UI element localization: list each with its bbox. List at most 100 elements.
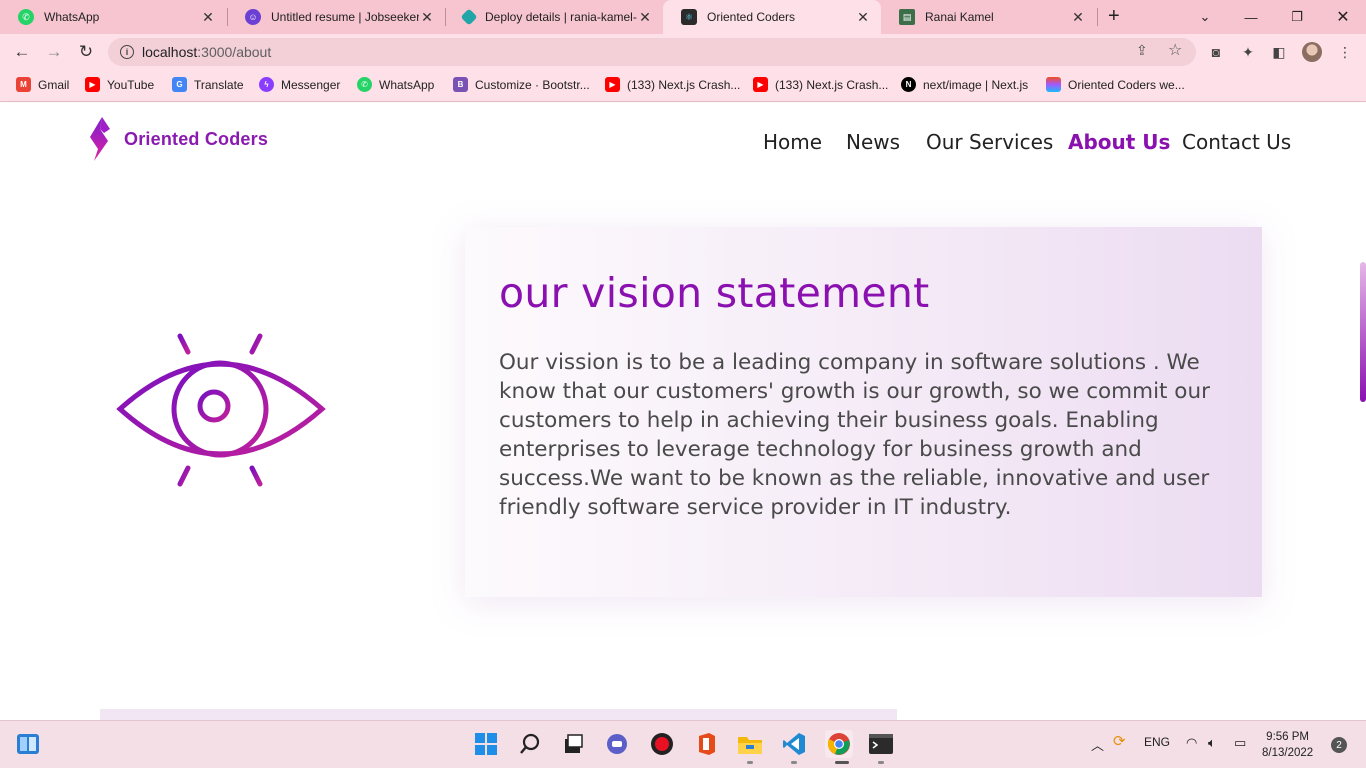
youtube-icon: ▶ [85,77,100,92]
widgets-icon[interactable] [15,731,41,757]
menu-icon[interactable]: ⋮ [1336,43,1354,61]
side-panel-icon[interactable]: ◧ [1270,43,1288,61]
bookmark-messenger[interactable]: ϟ Messenger [259,77,340,92]
vision-text: Our vission is to be a leading company i… [499,350,1210,520]
whatsapp-icon: ✆ [357,77,372,92]
nav-about-us[interactable]: About Us [1068,130,1170,154]
tab-ranai-kamel[interactable]: ▤ Ranai Kamel ✕ [881,0,1096,34]
bookmark-translate[interactable]: G Translate [172,77,244,92]
bookmark-label: (133) Next.js Crash... [627,77,741,92]
nav-our-services[interactable]: Our Services [926,130,1053,154]
minimize-button[interactable]: — [1228,0,1274,34]
task-view-icon[interactable] [560,731,586,757]
close-icon[interactable]: ✕ [200,9,216,26]
language-indicator[interactable]: ENG [1144,735,1170,749]
tab-jobseeker[interactable]: ☺ Untitled resume | Jobseeker ✕ [227,0,445,34]
url-path: :3000/about [197,44,272,60]
screenshot-icon[interactable]: ◙ [1207,43,1225,61]
address-bar[interactable]: i localhost:3000/about [108,38,1196,66]
bootstrap-icon: B [453,77,468,92]
nextjs-icon: N [901,77,916,92]
profile-avatar[interactable] [1302,42,1322,62]
chrome-icon[interactable] [825,730,853,758]
bookmark-label: WhatsApp [379,77,435,92]
tab-netlify[interactable]: Deploy details | rania-kamel- ✕ [445,0,663,34]
eye-icon [112,323,332,499]
logo-icon [90,117,110,161]
netlify-icon [460,8,478,26]
bookmark-star-icon[interactable]: ☆ [1168,40,1182,60]
react-icon: ⚛ [681,9,697,25]
site-info-icon[interactable]: i [120,45,134,59]
search-icon[interactable] [517,731,543,757]
bookmark-nextjs-crash-2[interactable]: ▶ (133) Next.js Crash... [753,77,888,92]
windows-taskbar: ︿ ⟳ ENG ◠ 🔈︎ ▭ 9:56 PM 8/13/2022 2 [0,720,1366,768]
tab-whatsapp[interactable]: ✆ WhatsApp ✕ [0,0,226,34]
tab-search-button[interactable]: ⌄ [1182,0,1228,34]
url-host: localhost [142,44,198,60]
bookmark-bootstrap[interactable]: B Customize · Bootstr... [453,77,590,92]
bookmark-label: Oriented Coders we... [1068,77,1185,92]
terminal-icon[interactable] [868,731,894,757]
restore-button[interactable]: ❐ [1274,0,1320,34]
tab-strip: ✆ WhatsApp ✕ ☺ Untitled resume | Jobseek… [0,0,1366,34]
nav-home[interactable]: Home [763,130,822,154]
gmail-icon: M [16,77,31,92]
bookmark-label: next/image | Next.js [923,77,1029,92]
about-page-content: our vision statement Our vission is to b… [0,178,1366,720]
bookmark-next-image[interactable]: Nnext/image | Next.js [901,77,1028,92]
vision-card: our vision statement Our vission is to b… [465,227,1262,597]
tab-title: Oriented Coders [707,10,796,24]
browser-toolbar: ← → ↻ i localhost:3000/about ⇪ ☆ ◙ ✦ ◧ ⋮ [0,34,1366,70]
battery-icon[interactable]: ▭ [1234,735,1246,751]
youtube-icon: ▶ [753,77,768,92]
bookmark-whatsapp[interactable]: ✆ WhatsApp [357,77,434,92]
bookmarks-bar: M Gmail ▶ YouTube G Translate ϟ Messenger ✆ W… [0,70,1366,102]
forward-button[interactable]: → [42,40,66,64]
messenger-icon: ϟ [259,77,274,92]
close-icon[interactable]: ✕ [1070,9,1086,26]
bookmark-youtube[interactable]: ▶ YouTube [85,77,154,92]
new-tab-button[interactable]: + [1108,5,1120,28]
volume-icon[interactable]: 🔈︎ [1208,735,1216,751]
nav-contact-us[interactable]: Contact Us [1182,130,1291,154]
figma-icon [1046,77,1061,92]
show-hidden-icons-icon[interactable]: ︿ [1091,735,1104,754]
start-icon[interactable] [473,731,499,757]
bookmark-label: YouTube [107,77,155,92]
recorder-icon[interactable] [649,731,675,757]
extensions-icon[interactable]: ✦ [1239,43,1257,61]
vscode-icon[interactable] [781,731,807,757]
site-navbar: Oriented Coders Home News Our Services A… [0,103,1366,178]
close-icon[interactable]: ✕ [855,9,871,26]
back-button[interactable]: ← [10,40,34,64]
office-icon[interactable] [693,731,719,757]
reload-button[interactable]: ↻ [74,40,98,64]
notification-badge[interactable]: 2 [1331,737,1347,753]
close-window-button[interactable]: ✕ [1320,0,1366,34]
bookmark-label: Customize · Bootstr... [475,77,590,92]
bookmark-figma[interactable]: Oriented Coders we... [1046,77,1185,92]
nav-news[interactable]: News [846,130,900,154]
share-icon[interactable]: ⇪ [1136,42,1148,59]
bookmark-label: (133) Next.js Crash... [775,77,889,92]
jobseeker-icon: ☺ [245,9,261,25]
scrollbar-thumb[interactable] [1360,262,1366,402]
tab-title: WhatsApp [44,10,100,24]
tab-oriented-coders[interactable]: ⚛ Oriented Coders ✕ [663,0,881,34]
bookmark-gmail[interactable]: M Gmail [16,77,69,92]
brand-logo[interactable]: Oriented Coders [84,115,268,163]
tab-title: Deploy details | rania-kamel- [485,10,637,24]
file-explorer-icon[interactable] [737,731,763,757]
system-clock[interactable]: 9:56 PM 8/13/2022 [1262,729,1313,761]
tab-title: Ranai Kamel [925,10,994,24]
close-icon[interactable]: ✕ [419,9,435,26]
next-section-card [100,709,897,720]
youtube-icon: ▶ [605,77,620,92]
close-icon[interactable]: ✕ [637,9,653,26]
bookmark-nextjs-crash-1[interactable]: ▶ (133) Next.js Crash... [605,77,740,92]
wifi-icon[interactable]: ◠ [1186,735,1197,751]
sync-icon[interactable]: ⟳ [1113,732,1126,750]
teams-chat-icon[interactable] [604,731,630,757]
bookmark-label: Gmail [38,77,70,92]
